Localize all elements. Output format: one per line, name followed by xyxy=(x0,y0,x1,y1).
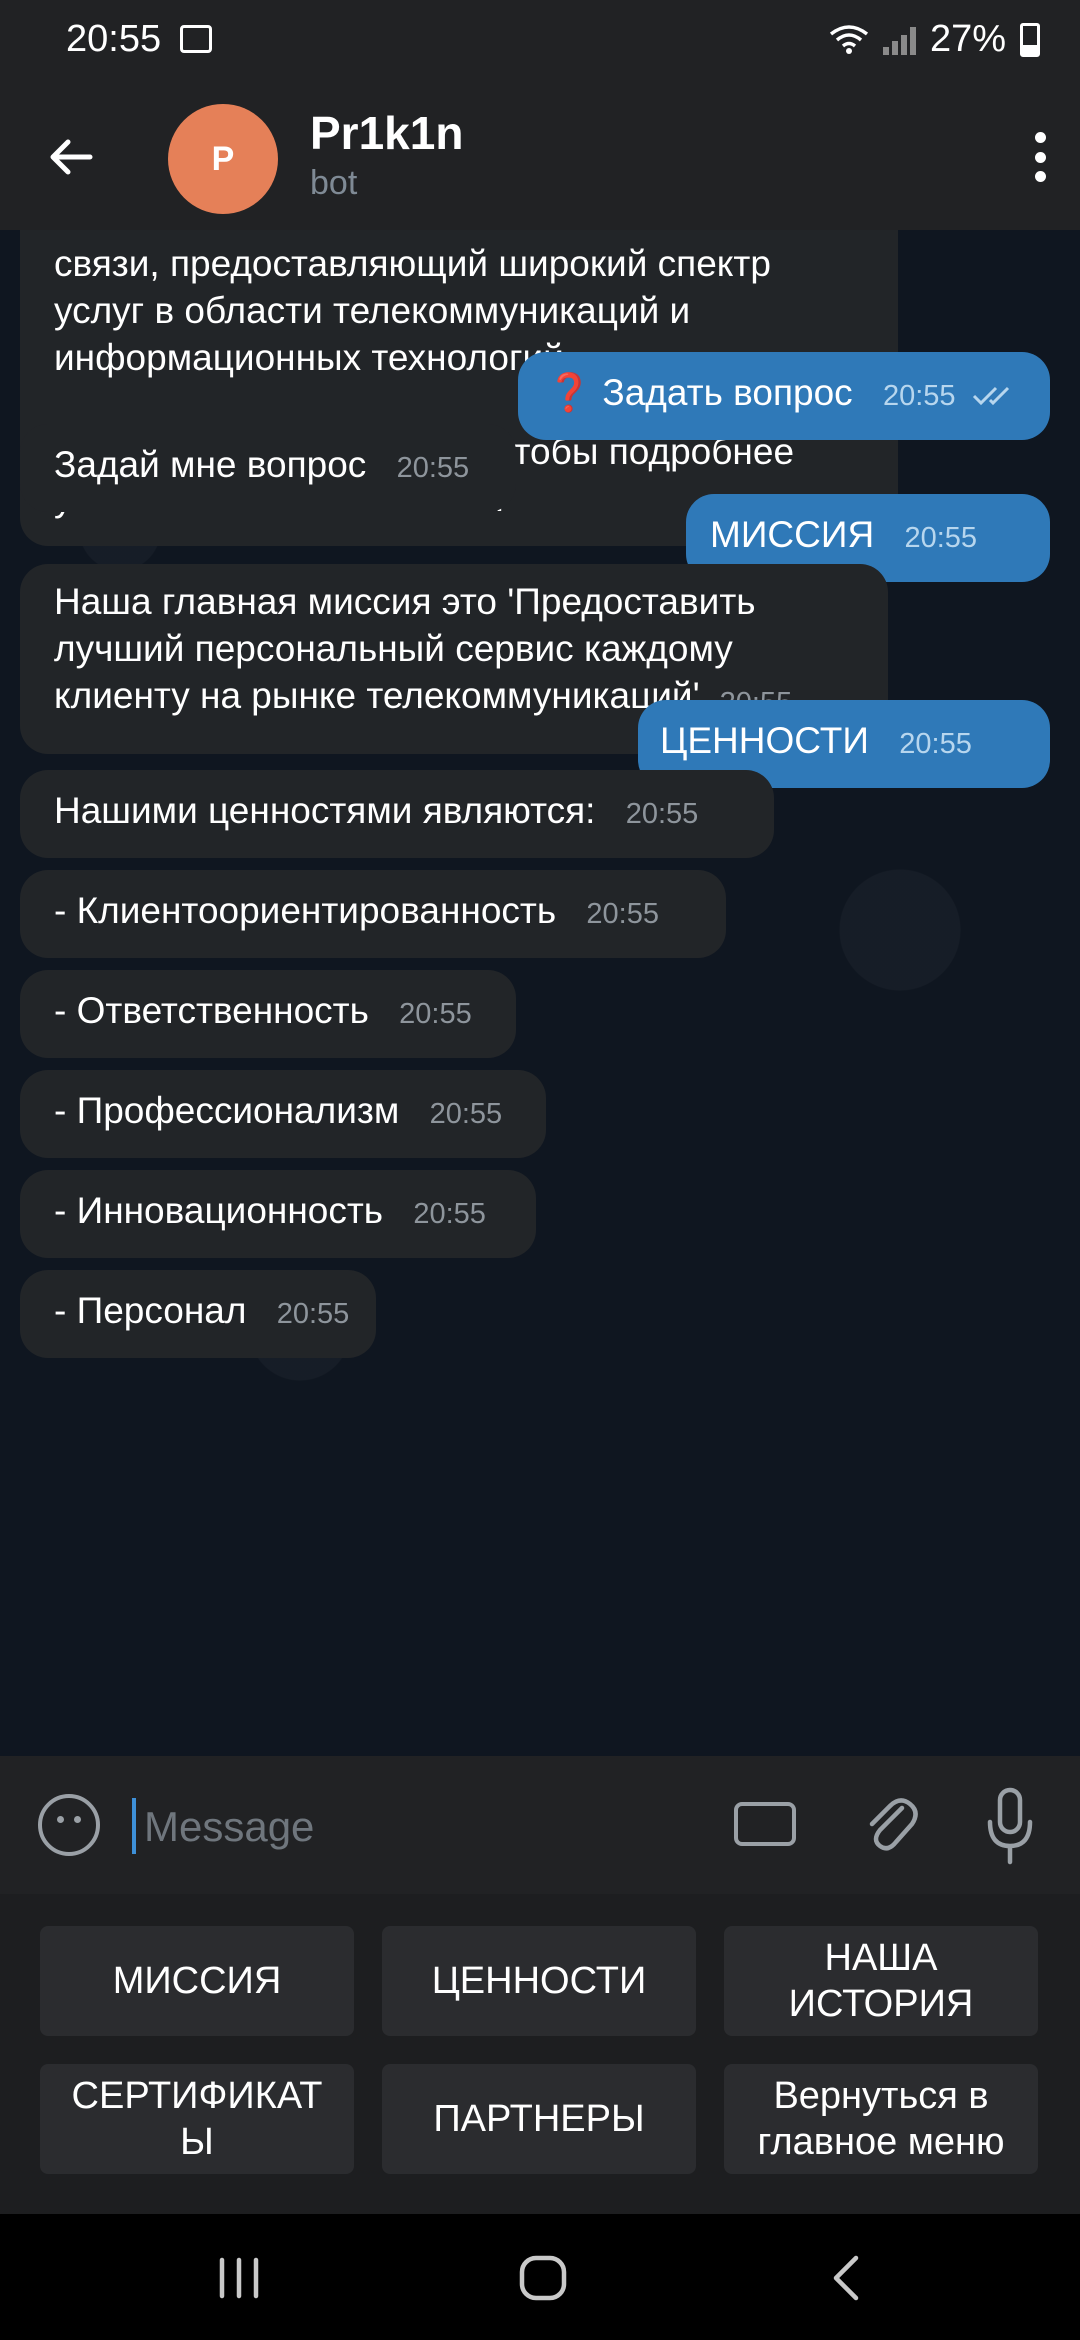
chat-subtitle: bot xyxy=(310,164,358,202)
message-text: - Профессионализм xyxy=(54,1090,400,1131)
message-bubble[interactable]: Нашими ценностями являются: 20:55 xyxy=(20,770,774,858)
message-text: - Клиентоориентированность xyxy=(54,890,557,931)
keyboard-button-values[interactable]: ЦЕННОСТИ xyxy=(382,1926,696,2036)
message-time: 20:55 xyxy=(882,380,956,412)
message-time: 20:55 xyxy=(276,1298,350,1330)
message-text: Задай мне вопрос xyxy=(54,444,367,485)
message-time: 20:55 xyxy=(586,898,659,930)
back-nav-icon[interactable] xyxy=(826,2254,866,2302)
message-text: - Персонал xyxy=(54,1290,247,1331)
message-bubble[interactable]: - Ответственность 20:55 xyxy=(20,970,516,1058)
avatar[interactable]: P xyxy=(168,104,278,214)
more-options-icon[interactable] xyxy=(1030,132,1050,182)
message-bubble[interactable]: - Профессионализм 20:55 xyxy=(20,1070,546,1158)
message-time: 20:55 xyxy=(429,1098,503,1130)
message-bubble[interactable]: - Инновационность 20:55 xyxy=(20,1170,536,1258)
chat-area[interactable]: связи, предоставляющий широкий спектр ус… xyxy=(0,230,1080,1756)
back-arrow-icon[interactable] xyxy=(46,132,96,182)
battery-percent: 27% xyxy=(929,18,1006,60)
status-time: 20:55 xyxy=(66,18,162,60)
keyboard-button-main-menu[interactable]: Вернуться в главное меню xyxy=(724,2064,1038,2174)
keyboard-button-history[interactable]: НАША ИСТОРИЯ xyxy=(724,1926,1038,2036)
message-text: МИССИЯ xyxy=(710,514,875,555)
message-composer xyxy=(0,1756,1080,1894)
message-text: - Инновационность xyxy=(54,1190,384,1231)
system-nav-bar xyxy=(0,2214,1080,2340)
message-text: - Ответственность xyxy=(54,990,369,1031)
message-text: ❓ Задать вопрос xyxy=(546,372,853,413)
image-notification-icon xyxy=(180,25,212,53)
message-time: 20:55 xyxy=(899,728,972,760)
text-cursor xyxy=(132,1798,136,1854)
message-bubble[interactable]: Задай мне вопрос 20:55 xyxy=(20,424,516,512)
emoji-icon[interactable] xyxy=(38,1794,100,1856)
message-text: ЦЕННОСТИ xyxy=(660,720,869,761)
keyboard-icon[interactable] xyxy=(734,1802,796,1846)
keyboard-button-partners[interactable]: ПАРТНЕРЫ xyxy=(382,2064,696,2174)
message-input[interactable] xyxy=(142,1786,706,1868)
message-time: 20:55 xyxy=(396,452,470,484)
message-time: 20:55 xyxy=(413,1198,486,1230)
recent-apps-icon[interactable] xyxy=(214,2256,264,2300)
chat-header: P Pr1k1n bot xyxy=(0,82,1080,230)
wifi-icon xyxy=(829,24,869,54)
message-bubble[interactable]: - Клиентоориентированность 20:55 xyxy=(20,870,726,958)
home-icon[interactable] xyxy=(518,2254,568,2302)
keyboard-button-certificates[interactable]: СЕРТИФИКАТЫ xyxy=(40,2064,354,2174)
message-time: 20:55 xyxy=(625,798,699,830)
battery-icon xyxy=(1020,22,1040,57)
read-ticks-icon xyxy=(972,387,1009,406)
signal-icon xyxy=(882,25,916,55)
message-bubble[interactable]: ❓ Задать вопрос 20:55 xyxy=(518,352,1050,440)
message-time: 20:55 xyxy=(904,522,978,554)
bot-keyboard: МИССИЯ ЦЕННОСТИ НАША ИСТОРИЯ СЕРТИФИКАТЫ… xyxy=(0,1894,1080,2214)
keyboard-button-mission[interactable]: МИССИЯ xyxy=(40,1926,354,2036)
message-time: 20:55 xyxy=(399,998,472,1030)
message-bubble[interactable]: - Персонал 20:55 xyxy=(20,1270,376,1358)
attach-icon[interactable] xyxy=(862,1790,918,1860)
message-text: Нашими ценностями являются: xyxy=(54,790,596,831)
status-bar: 20:55 27% xyxy=(0,0,1080,82)
chat-title[interactable]: Pr1k1n xyxy=(310,106,463,160)
microphone-icon[interactable] xyxy=(986,1786,1034,1866)
